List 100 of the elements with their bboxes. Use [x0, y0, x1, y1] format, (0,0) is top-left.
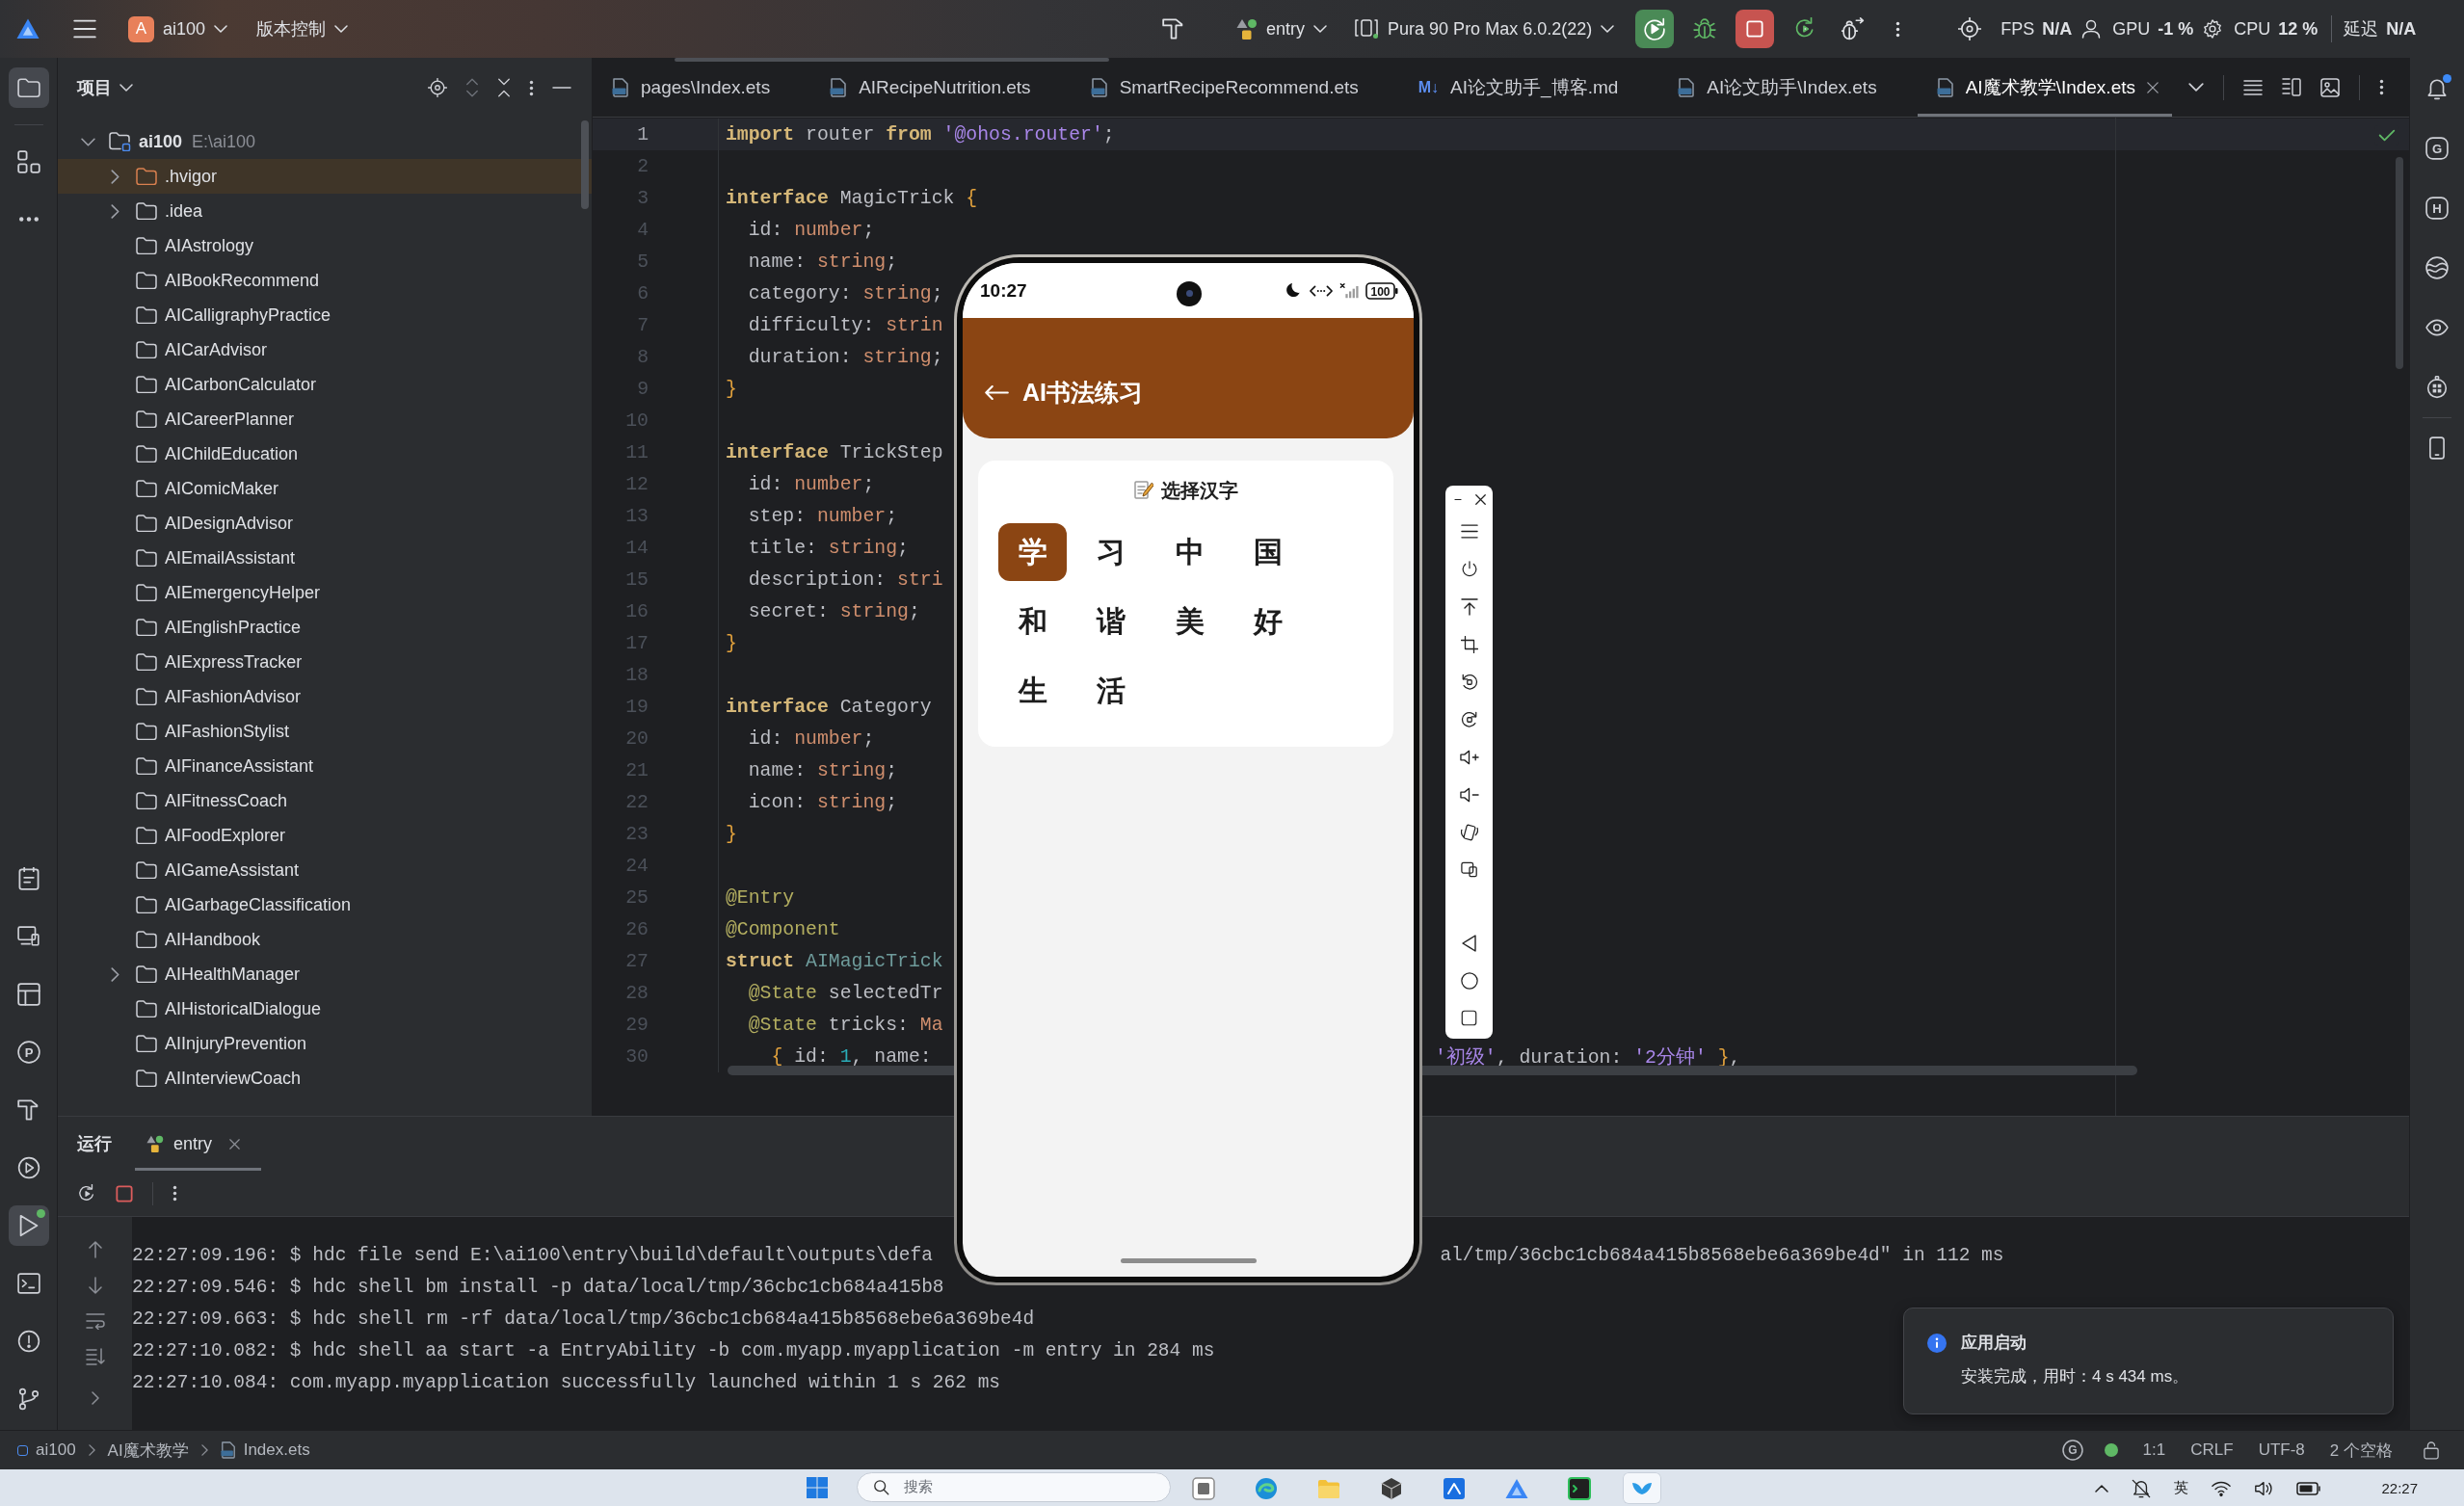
- recents-icon[interactable]: [1461, 1010, 1477, 1026]
- up-arrow-icon[interactable]: [87, 1241, 103, 1258]
- wrap-icon[interactable]: [85, 1312, 105, 1330]
- vcs-menu[interactable]: 版本控制: [256, 10, 349, 48]
- tree-item[interactable]: AIFoodExplorer: [58, 818, 592, 853]
- image-icon[interactable]: [2320, 77, 2340, 97]
- tool-window-button[interactable]: [8, 1205, 49, 1246]
- tree-item[interactable]: AICalligraphyPractice: [58, 298, 592, 332]
- character-option[interactable]: 中: [1155, 523, 1224, 581]
- tree-item[interactable]: ai100 E:\ai100: [58, 124, 592, 159]
- breadcrumb[interactable]: ai100: [17, 1440, 76, 1460]
- character-option[interactable]: 生: [998, 662, 1067, 720]
- list-icon[interactable]: [2243, 79, 2263, 95]
- bell-off-icon[interactable]: [2132, 1478, 2152, 1498]
- close-icon[interactable]: [2147, 81, 2159, 93]
- tree-item[interactable]: AIGarbageClassification: [58, 887, 592, 922]
- status-item[interactable]: 1:1: [2142, 1440, 2166, 1460]
- view-selector[interactable]: 项目: [77, 76, 133, 99]
- character-option[interactable]: 美: [1155, 593, 1224, 650]
- scrollbar[interactable]: [2396, 157, 2403, 369]
- waves-circle-icon[interactable]: [2425, 256, 2449, 279]
- tree-item[interactable]: AIFashionStylist: [58, 714, 592, 749]
- search-field[interactable]: 搜索: [857, 1472, 1171, 1502]
- status-item[interactable]: CRLF: [2190, 1440, 2234, 1460]
- tree-item[interactable]: AIFitnessCoach: [58, 783, 592, 818]
- collapse-all-icon[interactable]: [497, 78, 511, 97]
- run-tab[interactable]: entry: [135, 1117, 262, 1171]
- more-icon[interactable]: [172, 1185, 177, 1202]
- character-option[interactable]: 习: [1076, 523, 1146, 581]
- status-item[interactable]: UTF-8: [2258, 1440, 2305, 1460]
- robot-icon[interactable]: [2425, 376, 2449, 399]
- tree-item[interactable]: AICarbonCalculator: [58, 367, 592, 402]
- tree-item[interactable]: AICareerPlanner: [58, 402, 592, 436]
- back-icon[interactable]: [1461, 934, 1477, 952]
- letter-icon[interactable]: H: [2425, 197, 2449, 220]
- breadcrumb[interactable]: AI魔术教学: [107, 1439, 189, 1462]
- run-config-selector[interactable]: entry: [1236, 10, 1328, 48]
- letter-icon[interactable]: G: [2061, 1440, 2083, 1461]
- tree-item[interactable]: AIFinanceAssistant: [58, 749, 592, 783]
- caret-icon[interactable]: [2188, 83, 2204, 92]
- chevron-icon[interactable]: [80, 137, 95, 146]
- editor-tab[interactable]: M↓ AI论文助手_博客.md: [1398, 58, 1659, 117]
- expand-all-icon[interactable]: [465, 78, 479, 97]
- tree-item[interactable]: AIBookRecommend: [58, 263, 592, 298]
- rerun-icon[interactable]: [77, 1183, 96, 1203]
- tree-item[interactable]: AIDesignAdvisor: [58, 506, 592, 541]
- tree-item[interactable]: .idea: [58, 194, 592, 228]
- speaker-icon[interactable]: [2254, 1479, 2274, 1497]
- clock[interactable]: 22:27: [2381, 1480, 2418, 1496]
- eye-icon[interactable]: [2425, 319, 2449, 336]
- tree-item[interactable]: AIEnglishPractice: [58, 610, 592, 645]
- scroll-end-icon[interactable]: [85, 1348, 105, 1365]
- target-icon[interactable]: [1958, 17, 1982, 40]
- stop-icon[interactable]: [116, 1184, 133, 1202]
- character-option[interactable]: 谐: [1076, 593, 1146, 650]
- tree-item[interactable]: AIFashionAdvisor: [58, 679, 592, 714]
- crop-icon[interactable]: [1460, 635, 1478, 653]
- character-option[interactable]: 好: [1233, 593, 1303, 650]
- tool-window-button[interactable]: P: [8, 1032, 49, 1072]
- wifi-icon[interactable]: [2212, 1479, 2232, 1497]
- breadcrumb[interactable]: Index.ets: [220, 1440, 310, 1460]
- chevron-icon[interactable]: [110, 169, 119, 184]
- editor-tab[interactable]: pages\Index.ets: [593, 58, 811, 117]
- tree-item[interactable]: AIGameAssistant: [58, 853, 592, 887]
- editor-tab[interactable]: AIRecipeNutrition.ets: [810, 58, 1072, 117]
- bug-icon[interactable]: [1693, 17, 1717, 40]
- tree-item[interactable]: AIAstrology: [58, 228, 592, 263]
- tree-item[interactable]: AIExpressTracker: [58, 645, 592, 679]
- scrollbar[interactable]: [581, 120, 589, 209]
- project-switcher[interactable]: A ai100: [128, 10, 228, 48]
- character-option[interactable]: 学: [998, 523, 1067, 581]
- chevron-icon[interactable]: [91, 1391, 99, 1405]
- tab-scrollbar[interactable]: [675, 58, 1109, 62]
- device-selector[interactable]: Pura 90 Pro Max 6.0.2(22): [1354, 10, 1615, 48]
- split-view-icon[interactable]: [2282, 77, 2301, 97]
- chevron-icon[interactable]: [110, 966, 119, 982]
- battery-icon[interactable]: [2296, 1481, 2322, 1495]
- bell-icon[interactable]: [2425, 77, 2449, 100]
- tree-item[interactable]: AIInjuryPrevention: [58, 1026, 592, 1061]
- status-item[interactable]: 2 个空格: [2329, 1439, 2393, 1462]
- to-top-icon[interactable]: [1460, 597, 1478, 616]
- lock-icon[interactable]: [2424, 1440, 2439, 1460]
- character-option[interactable]: 和: [998, 593, 1067, 650]
- tree-item[interactable]: AIHandbook: [58, 922, 592, 957]
- character-option[interactable]: 国: [1233, 523, 1303, 581]
- power-icon[interactable]: [1460, 560, 1478, 578]
- tree-item[interactable]: AIInterviewCoach: [58, 1061, 592, 1096]
- editor-tab[interactable]: SmartRecipeRecommend.ets: [1071, 58, 1399, 117]
- tree-item[interactable]: AICarAdvisor: [58, 332, 592, 367]
- editor-tab[interactable]: AI魔术教学\Index.ets: [1917, 58, 2172, 117]
- menu-icon[interactable]: [1460, 524, 1478, 539]
- close-icon[interactable]: [1474, 493, 1486, 505]
- home-icon[interactable]: [1460, 971, 1478, 990]
- minimize-icon[interactable]: [1452, 497, 1463, 501]
- stop-button[interactable]: [1735, 10, 1775, 48]
- person-icon[interactable]: [2081, 19, 2102, 39]
- multi-screen-icon[interactable]: [1460, 861, 1478, 878]
- volume-down-icon[interactable]: [1459, 786, 1479, 803]
- more-icon[interactable]: [2379, 79, 2384, 95]
- shake-icon[interactable]: [1460, 823, 1478, 841]
